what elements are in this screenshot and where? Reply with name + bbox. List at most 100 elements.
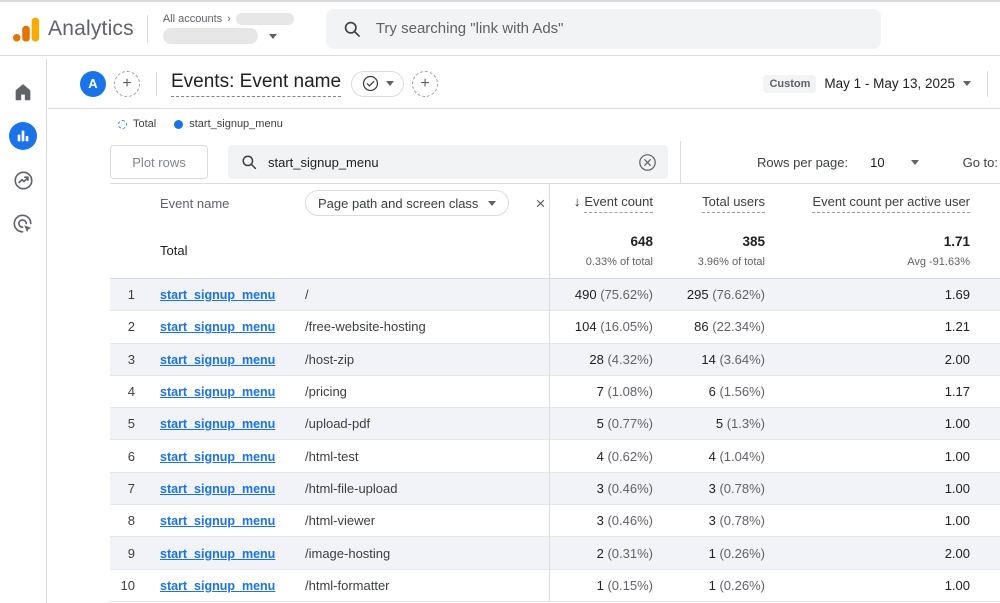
global-search-bar[interactable] [326, 9, 881, 49]
chevron-down-icon [488, 201, 496, 206]
page-path-cell: /html-viewer [305, 513, 549, 528]
totals-per-active-sub: Avg -91.63% [907, 256, 970, 268]
page-path-cell: /upload-pdf [305, 416, 549, 431]
table-row: 6 start_signup_menu /html-test 4 (0.62%)… [110, 440, 1000, 472]
event-name-link[interactable]: start_signup_menu [160, 547, 275, 561]
event-count-value: 2 [597, 546, 604, 561]
search-icon [342, 19, 362, 39]
total-users-value: 14 [701, 352, 715, 367]
table-totals-row: Total 648 0.33% of total 385 3.96% of to… [110, 222, 1000, 279]
total-users-value: 6 [709, 384, 716, 399]
totals-label: Total [160, 234, 305, 278]
table-row: 2 start_signup_menu /free-website-hostin… [110, 311, 1000, 343]
breadcrumb-chevron-icon: › [227, 13, 231, 25]
remove-dimension-icon[interactable]: × [535, 195, 545, 212]
event-count-cell: 104 (16.05%) [549, 319, 653, 334]
total-users-value: 3 [709, 513, 716, 528]
chart-legend: Total start_signup_menu [48, 109, 1000, 139]
rows-per-page-label: Rows per page: [757, 155, 848, 170]
table-toolbar: Plot rows Rows per page: 10 [110, 141, 1000, 184]
total-users-cell: 86 (22.34%) [653, 319, 765, 334]
top-app-bar: Analytics All accounts › [0, 0, 1000, 56]
account-switcher[interactable]: All accounts › [163, 13, 294, 44]
sidebar-item-advertising[interactable] [9, 210, 37, 238]
event-count-pct: (0.31%) [607, 546, 653, 561]
event-name-link[interactable]: start_signup_menu [160, 385, 275, 399]
date-range-picker[interactable]: May 1 - May 13, 2025 [824, 76, 955, 91]
event-count-cell: 2 (0.31%) [549, 546, 653, 561]
event-name-link[interactable]: start_signup_menu [160, 514, 275, 528]
page-path-cell: /pricing [305, 384, 549, 399]
per-active-cell: 1.00 [765, 578, 970, 593]
event-name-link[interactable]: start_signup_menu [160, 320, 275, 334]
date-custom-badge: Custom [763, 75, 816, 93]
event-count-value: 7 [597, 384, 604, 399]
row-number: 1 [110, 287, 135, 302]
series-dot-icon [174, 120, 183, 129]
legend-series[interactable]: start_signup_menu [174, 118, 283, 130]
app-title: Analytics [48, 17, 134, 41]
total-users-pct: (1.04%) [719, 449, 765, 464]
total-users-value: 1 [709, 546, 716, 561]
report-quality-pill[interactable] [351, 71, 404, 97]
table-row: 4 start_signup_menu /pricing 7 (1.08%) 6… [110, 376, 1000, 408]
event-count-cell: 5 (0.77%) [549, 416, 653, 431]
legend-series-label: start_signup_menu [189, 118, 283, 130]
row-number: 9 [110, 546, 135, 561]
legend-total[interactable]: Total [118, 118, 156, 130]
per-active-user-header[interactable]: Event count per active user [812, 194, 970, 213]
sidebar-item-reports[interactable] [9, 122, 37, 150]
global-search-input[interactable] [376, 20, 816, 37]
event-name-header[interactable]: Event name [160, 196, 305, 211]
add-metric-button[interactable]: + [412, 71, 438, 97]
event-name-link[interactable]: start_signup_menu [160, 450, 275, 464]
per-active-cell: 2.00 [765, 352, 970, 367]
row-number: 7 [110, 481, 135, 496]
event-name-link[interactable]: start_signup_menu [160, 579, 275, 593]
total-users-cell: 1 (0.26%) [653, 578, 765, 593]
table-row: 3 start_signup_menu /host-zip 28 (4.32%)… [110, 344, 1000, 376]
secondary-dimension-dropdown[interactable]: Page path and screen class [305, 190, 509, 216]
event-name-link[interactable]: start_signup_menu [160, 417, 275, 431]
plot-rows-button[interactable]: Plot rows [110, 145, 208, 179]
analytics-logo-icon [11, 14, 41, 44]
search-icon [240, 153, 258, 171]
sidebar-item-explore[interactable] [9, 166, 37, 194]
page-path-cell: /host-zip [305, 352, 549, 367]
page-title[interactable]: Events: Event name [171, 71, 341, 97]
totals-total-users-sub: 3.96% of total [698, 256, 765, 268]
avatar[interactable]: A [80, 71, 106, 97]
row-number: 3 [110, 352, 135, 367]
event-name-link[interactable]: start_signup_menu [160, 353, 275, 367]
sort-desc-icon: ↓ [574, 194, 581, 209]
table-search-bar[interactable] [228, 145, 668, 179]
sidebar-item-home[interactable] [9, 78, 37, 106]
report-header: A + Events: Event name + Custom May 1 - … [48, 59, 1000, 109]
per-active-cell: 1.00 [765, 449, 970, 464]
header-divider [156, 72, 157, 96]
event-count-cell: 490 (75.62%) [549, 287, 653, 302]
total-users-header[interactable]: Total users [702, 194, 765, 213]
rows-per-page-select[interactable]: 10 [870, 155, 884, 170]
chevron-down-icon [269, 34, 277, 39]
per-active-cell: 1.00 [765, 481, 970, 496]
event-name-link[interactable]: start_signup_menu [160, 288, 275, 302]
total-users-pct: (1.3%) [727, 416, 765, 431]
per-active-cell: 1.21 [765, 319, 970, 334]
total-users-cell: 3 (0.78%) [653, 513, 765, 528]
event-name-link[interactable]: start_signup_menu [160, 482, 275, 496]
chevron-down-icon[interactable] [911, 160, 919, 165]
clear-search-icon[interactable] [637, 152, 658, 173]
left-nav [0, 59, 47, 603]
table-search-input[interactable] [268, 155, 637, 170]
event-count-value: 28 [589, 352, 603, 367]
add-comparison-button[interactable]: + [114, 71, 140, 97]
total-users-pct: (22.34%) [712, 319, 765, 334]
event-count-pct: (4.32%) [607, 352, 653, 367]
table-row: 7 start_signup_menu /html-file-upload 3 … [110, 473, 1000, 505]
event-count-header[interactable]: Event count [584, 194, 653, 213]
report-main: A + Events: Event name + Custom May 1 - … [48, 59, 1000, 603]
events-table: Plot rows Rows per page: 10 [110, 141, 1000, 602]
per-active-cell: 1.00 [765, 416, 970, 431]
event-count-value: 5 [597, 416, 604, 431]
